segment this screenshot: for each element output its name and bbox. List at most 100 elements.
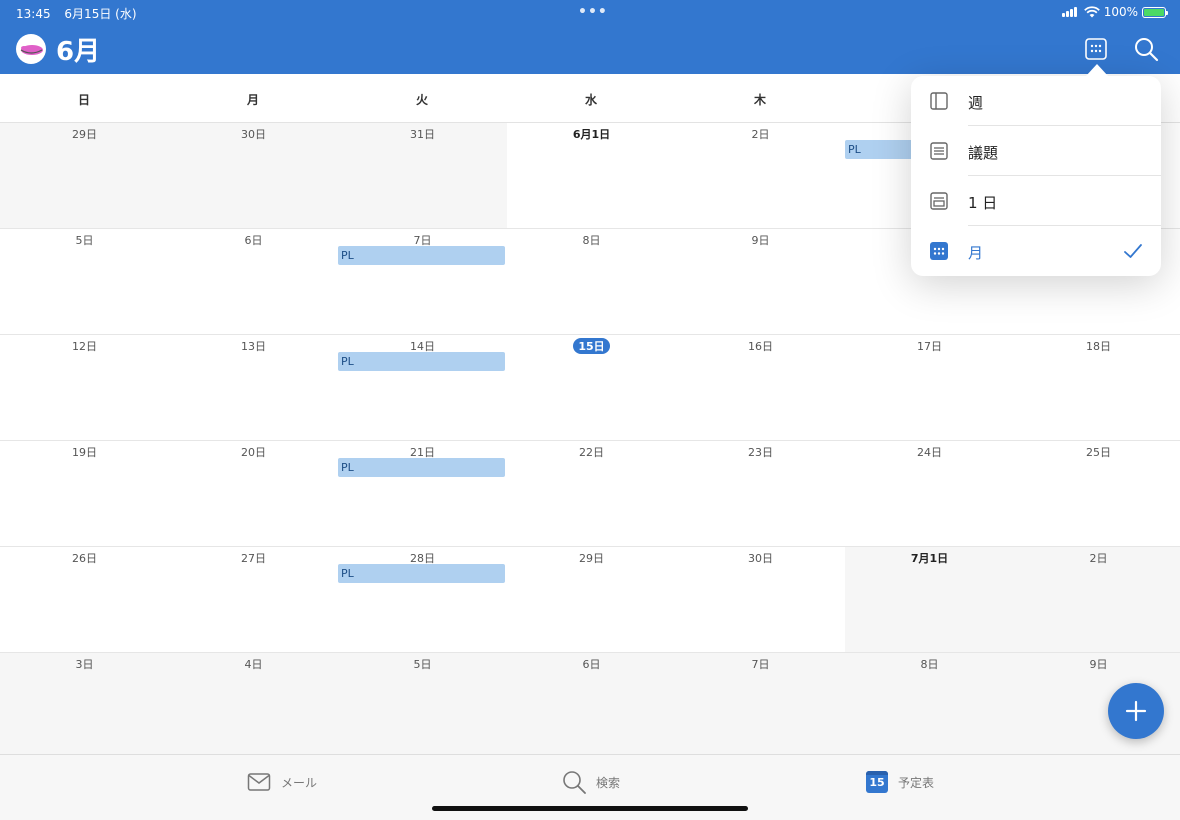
date-label: 9日 [1089,658,1108,671]
day-cell[interactable]: 13日 [169,335,338,441]
tab-mail[interactable]: メール [247,767,317,797]
view-menu-item-label: 議題 [968,144,999,162]
date-label: 13日 [241,340,266,353]
tab-mail-label: メール [281,775,318,790]
day-cell[interactable]: 14日 [338,335,507,441]
date-label: 6日 [244,234,263,247]
tab-search-label: 検索 [596,775,621,790]
date-label: 29日 [579,552,604,565]
day-cell[interactable]: 7月1日 [845,547,1014,653]
event-chip[interactable]: PL [338,246,505,265]
date-label: 3日 [75,658,94,671]
day-cell[interactable]: 16日 [676,335,845,441]
day-cell[interactable]: 9日 [676,229,845,335]
date-label: 7月1日 [910,552,949,565]
mail-icon [247,773,271,791]
day-cell[interactable]: 5日 [338,653,507,759]
search-icon[interactable] [1133,36,1159,62]
day-cell[interactable]: 17日 [845,335,1014,441]
event-chip[interactable]: PL [338,564,505,583]
view-menu-item[interactable]: 月 [911,226,1161,276]
date-label: 29日 [72,128,97,141]
day-cell[interactable]: 22日 [507,441,676,547]
date-label: 8日 [582,234,601,247]
day-cell[interactable]: 20日 [169,441,338,547]
day-cell[interactable]: 29日 [507,547,676,653]
day-cell[interactable]: 2日 [1014,547,1180,653]
day-cell[interactable]: 15日 [507,335,676,441]
day-cell[interactable]: 23日 [676,441,845,547]
day-cell[interactable]: 6日 [507,653,676,759]
day-cell[interactable]: 7日 [676,653,845,759]
today-date-label: 15日 [507,338,676,354]
day-cell[interactable]: 21日 [338,441,507,547]
app-header: 13:45 6月15日 (水) ••• 100% 6月 [0,0,1180,74]
day-cell[interactable]: 25日 [1014,441,1180,547]
date-label: 30日 [748,552,773,565]
view-menu-item[interactable]: 1 日 [911,176,1161,226]
day-cell[interactable]: 2日 [676,123,845,229]
cellular-signal-icon [1061,7,1078,17]
date-label: 25日 [1086,446,1111,459]
event-chip[interactable]: PL [338,458,505,477]
day-cell[interactable]: 3日 [0,653,169,759]
day-cell[interactable]: 30日 [676,547,845,653]
plus-icon [1125,700,1147,722]
day-cell[interactable]: 7日 [338,229,507,335]
day-cell[interactable]: 31日 [338,123,507,229]
day-cell[interactable]: 27日 [169,547,338,653]
tab-calendar[interactable]: 15 予定表 [866,767,934,797]
view-menu-item[interactable]: 週 [911,76,1161,126]
day-cell[interactable]: 28日 [338,547,507,653]
date-label: 18日 [1086,340,1111,353]
view-switcher-icon[interactable] [1083,36,1109,62]
menu-arrow [1086,64,1108,76]
day-cell[interactable]: 6月1日 [507,123,676,229]
day-cell[interactable]: 24日 [845,441,1014,547]
day-cell[interactable]: 12日 [0,335,169,441]
date-label: 7日 [751,658,770,671]
weekday-label: 日 [77,93,90,107]
status-bar: 13:45 6月15日 (水) ••• 100% [0,0,1180,24]
date-label: 2日 [1089,552,1108,565]
view-menu-item[interactable]: 議題 [911,126,1161,176]
month-view-icon [930,242,948,260]
day-cell[interactable]: 6日 [169,229,338,335]
status-left: 13:45 6月15日 (水) [16,5,147,22]
date-label: 12日 [72,340,97,353]
date-label: 6月1日 [572,128,611,141]
date-label: 30日 [241,128,266,141]
day-cell[interactable]: 19日 [0,441,169,547]
page-title[interactable]: 6月 [56,31,100,68]
battery-icon [1142,6,1168,18]
date-label: 16日 [748,340,773,353]
day-cell[interactable]: 26日 [0,547,169,653]
weekday-label: 月 [246,93,259,107]
account-avatar[interactable] [16,34,46,64]
date-label: 6日 [582,658,601,671]
new-event-button[interactable] [1108,683,1164,739]
day-cell[interactable]: 29日 [0,123,169,229]
tab-search[interactable]: 検索 [562,767,620,797]
week-view-icon [930,92,948,110]
status-right: 100% [1061,5,1168,19]
day-cell[interactable]: 5日 [0,229,169,335]
home-indicator[interactable] [432,806,748,811]
day-view-icon [930,192,948,210]
day-cell[interactable]: 4日 [169,653,338,759]
view-menu: 週議題 1 日月 [911,76,1161,276]
event-chip[interactable]: PL [338,352,505,371]
day-cell[interactable]: 8日 [845,653,1014,759]
date-label: 27日 [241,552,266,565]
day-cell[interactable]: 30日 [169,123,338,229]
date-label: 8日 [920,658,939,671]
view-menu-item-label: 1 日 [968,194,998,212]
checkmark-icon [1124,244,1142,258]
search-icon [563,771,586,794]
status-date: 6月15日 (水) [64,7,137,21]
multitasking-dots[interactable]: ••• [578,4,608,20]
day-cell[interactable]: 18日 [1014,335,1180,441]
day-cell[interactable]: 8日 [507,229,676,335]
date-label: 9日 [751,234,770,247]
date-label: 4日 [244,658,263,671]
